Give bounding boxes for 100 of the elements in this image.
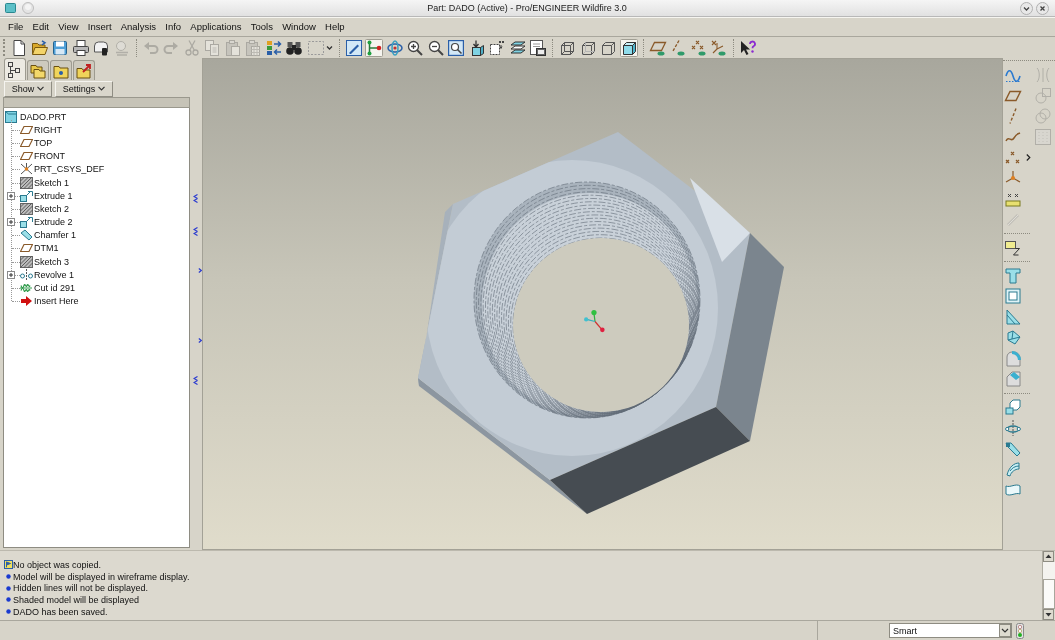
new-document-icon[interactable] xyxy=(10,38,28,57)
plane-parallelogram-icon xyxy=(20,150,33,163)
bullet-dot-icon xyxy=(6,585,11,591)
part-cube-icon xyxy=(5,110,17,123)
message-scrollbar[interactable] xyxy=(1042,551,1055,620)
node-axes-icon[interactable] xyxy=(365,38,383,57)
axis-revolve-icon[interactable] xyxy=(1004,418,1022,437)
chevron-circle-icon[interactable] xyxy=(1020,1,1033,15)
bullet-dot-icon xyxy=(6,597,11,603)
app-window-icon[interactable] xyxy=(5,3,16,13)
rotate-ring-icon[interactable] xyxy=(385,38,404,57)
tree-item[interactable]: FRONT xyxy=(34,151,65,162)
csys-eye-icon[interactable] xyxy=(710,38,728,57)
chevron-right-icon[interactable] xyxy=(198,338,202,343)
tree-nodes-icon xyxy=(7,61,23,78)
help-cursor-icon[interactable] xyxy=(739,38,757,57)
open-folder-icon[interactable] xyxy=(30,38,49,57)
double-chevron-left-icon[interactable] xyxy=(193,194,198,203)
chamfer-tag-icon xyxy=(20,229,33,242)
printer-icon[interactable] xyxy=(71,38,90,57)
panel-tab[interactable] xyxy=(73,60,95,80)
insert-arrow-icon xyxy=(20,295,33,308)
scroll-down-icon[interactable] xyxy=(1043,609,1054,620)
blend-surface-icon[interactable] xyxy=(1004,460,1022,479)
zoom-in-icon[interactable] xyxy=(406,38,424,57)
tree-item[interactable]: PRT_CSYS_DEF xyxy=(34,164,105,175)
hatched-sketch-icon xyxy=(20,255,33,268)
panel-tab[interactable] xyxy=(27,60,49,80)
swept-arrow-icon[interactable] xyxy=(1004,439,1022,458)
model-display-icon[interactable] xyxy=(529,38,547,57)
menu-item[interactable]: Help xyxy=(320,20,350,34)
t-channel-icon[interactable] xyxy=(1004,266,1022,285)
expand-plus-icon[interactable] xyxy=(7,191,15,200)
scrollbar-thumb[interactable] xyxy=(1043,579,1055,609)
csys-cross-icon xyxy=(20,163,33,176)
menu-item[interactable]: File xyxy=(3,20,28,34)
double-chevron-left-icon[interactable] xyxy=(193,376,198,385)
tree-item[interactable]: Revolve 1 xyxy=(34,269,75,280)
stacked-folders-icon xyxy=(30,62,46,79)
views-list-icon[interactable] xyxy=(488,38,506,57)
tree-item[interactable]: Sketch 3 xyxy=(34,256,70,267)
datum-points-eye-icon[interactable] xyxy=(689,38,708,57)
zoom-fit-icon[interactable] xyxy=(447,38,465,57)
selection-filter-dropdown[interactable]: Smart xyxy=(889,623,1012,638)
message-text: No object was copied. xyxy=(13,559,102,570)
menu-item[interactable]: Insert xyxy=(83,20,117,34)
zoom-out-icon[interactable] xyxy=(426,38,445,57)
axis-triad-icon xyxy=(583,310,606,333)
menu-item[interactable]: Analysis xyxy=(116,20,161,34)
tree-item[interactable]: DADO.PRT xyxy=(20,111,67,122)
menu-item[interactable]: Edit xyxy=(28,20,54,34)
panel-tab[interactable] xyxy=(4,58,26,80)
traffic-light-icon xyxy=(1016,622,1024,639)
tree-item[interactable]: TOP xyxy=(34,137,53,148)
triangle-rib-icon[interactable] xyxy=(1004,308,1022,327)
revolve-axis-icon xyxy=(20,268,33,281)
nested-squares-icon[interactable] xyxy=(1004,287,1022,306)
plane-parallelogram-icon xyxy=(20,242,33,255)
tree-item[interactable]: Extrude 1 xyxy=(34,190,73,201)
menu-item[interactable]: View xyxy=(53,20,84,34)
tree-item[interactable]: Insert Here xyxy=(34,296,79,307)
menu-item[interactable]: Window xyxy=(277,20,321,34)
tree-item[interactable]: Chamfer 1 xyxy=(34,230,77,241)
close-icon[interactable] xyxy=(1036,1,1049,15)
tree-item[interactable]: DTM1 xyxy=(34,243,59,254)
chevron-right-icon[interactable] xyxy=(198,268,202,273)
caret-down-icon xyxy=(37,86,45,91)
tree-item[interactable]: Extrude 2 xyxy=(34,217,73,228)
double-chevron-left-icon[interactable] xyxy=(193,227,198,236)
framed-pencil-icon[interactable] xyxy=(344,38,363,57)
shaded-cube-icon[interactable] xyxy=(619,38,638,57)
message-text: Hidden lines will not be displayed. xyxy=(13,583,149,594)
tree-item[interactable]: Sketch 1 xyxy=(34,177,70,188)
menu-item[interactable]: Applications xyxy=(185,20,247,34)
info-flag-icon xyxy=(4,560,13,570)
folder-arrow-icon xyxy=(76,62,92,79)
tree-item[interactable]: RIGHT xyxy=(34,124,62,135)
scroll-up-icon[interactable] xyxy=(1043,551,1054,562)
note-tag-icon[interactable] xyxy=(1004,238,1022,257)
tree-item[interactable]: Cut id 291 xyxy=(34,283,76,294)
menu-item[interactable]: Info xyxy=(160,20,186,34)
expand-plus-icon[interactable] xyxy=(7,270,15,279)
layers-icon[interactable] xyxy=(508,38,527,57)
hatched-sketch-icon xyxy=(20,176,33,189)
show-menu-button[interactable]: Show xyxy=(4,80,52,97)
menu-item[interactable]: Tools xyxy=(246,20,278,34)
settings-menu-button[interactable]: Settings xyxy=(55,80,113,97)
coil-icon xyxy=(20,282,33,295)
plane-parallelogram-icon xyxy=(20,123,33,136)
graphics-viewport[interactable] xyxy=(202,58,1003,550)
box-extrude-icon[interactable] xyxy=(1004,398,1022,417)
bullet-dot-icon xyxy=(6,574,11,580)
expand-plus-icon[interactable] xyxy=(7,218,15,227)
tree-item[interactable]: Sketch 2 xyxy=(34,203,70,214)
plane-parallelogram-icon xyxy=(20,136,33,149)
document-tag-icon[interactable] xyxy=(92,38,110,57)
slanted-box-icon[interactable] xyxy=(1004,328,1022,347)
arrows-grid-icon[interactable] xyxy=(264,38,283,57)
message-text: Shaded model will be displayed xyxy=(13,594,140,605)
panel-tab[interactable] xyxy=(50,60,72,80)
